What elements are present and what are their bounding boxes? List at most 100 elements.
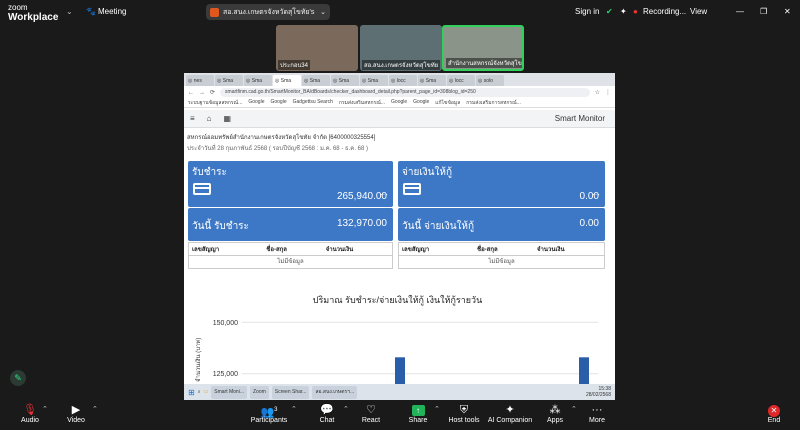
bookmark-item[interactable]: Gadgettsu Search	[293, 99, 333, 107]
recording-status[interactable]: Recording...	[643, 7, 686, 16]
forward-icon[interactable]: →	[199, 90, 205, 96]
zoom-top-bar: zoom Workplace ⌄ 🐾 Meeting สอ.สนง.เกษตรจ…	[0, 0, 800, 24]
zoom-logo: zoom Workplace	[8, 3, 58, 23]
reload-icon[interactable]: ⟳	[210, 89, 215, 96]
today-loan-card[interactable]: วันนี้ จ่ายเงินให้กู้ 0.00	[398, 208, 605, 241]
taskbar-app[interactable]: Zoom	[249, 385, 269, 399]
bookmark-item[interactable]: แก้ไขข้อมูล	[435, 99, 460, 107]
loan-card[interactable]: จ่ายเงินให้กู้ ··· 0.00	[398, 161, 605, 207]
sparkle-icon[interactable]: ✦	[620, 7, 627, 16]
share-label: Share	[408, 417, 428, 424]
taskbar-clock[interactable]: 15:38 28/02/2568	[586, 386, 611, 398]
participants-count: 3	[274, 407, 278, 413]
menu-icon[interactable]: ⋮	[605, 89, 611, 96]
meeting-label[interactable]: Meeting	[98, 7, 126, 16]
bookmark-item[interactable]: Google	[270, 99, 286, 107]
table-header: เลขสัญญา ชื่อ-สกุล จำนวนเงิน	[399, 243, 604, 256]
meeting-icon: 🐾	[86, 7, 96, 16]
y-axis-label: จำนวนเงิน (บาท)	[195, 338, 202, 382]
screen-share-pill[interactable]: สอ.สนง.เกษตรจังหวัดสุโขทัย's screen ⌄	[206, 4, 330, 20]
participant-name: สอ.สนง.เกษตรจังหวัดสุโขทัย	[362, 60, 440, 70]
calculator-icon[interactable]: ▦	[224, 114, 232, 123]
browser-tab[interactable]: ◎ locc	[389, 75, 417, 86]
taskbar-app[interactable]: สอ.สนง.เกษตรฯ...	[312, 385, 358, 399]
empty-row: ไม่มีข้อมูล	[488, 259, 515, 265]
zoom-toolbar: 🎙 Audio ⌃ ▶ Video ⌃ 👥3 Participants ⌃ 💬 …	[0, 400, 800, 430]
end-button[interactable]: ✕ End	[744, 403, 800, 424]
participant-video[interactable]: ประกอบ34	[276, 25, 358, 71]
home-icon[interactable]: ⌂	[207, 114, 212, 123]
browser-tab[interactable]: ◎ Sma	[215, 75, 243, 86]
browser-tab[interactable]: ◎ Sma	[244, 75, 272, 86]
chevron-down-icon[interactable]: ⌄	[66, 7, 73, 16]
bookmarks-bar: ระบบฐานข้อมูลสหกรณ์... Google Google Gadget…	[184, 99, 615, 108]
today-receive-card[interactable]: วันนี้ รับชำระ 132,970.00	[188, 208, 393, 241]
table-header: เลขสัญญา ชื่อ-สกุล จำนวนเงิน	[189, 243, 392, 256]
sign-in-link[interactable]: Sign in	[575, 7, 599, 16]
bookmark-item[interactable]: Google	[248, 99, 264, 107]
taskbar-app[interactable]: Screen Shar...	[271, 385, 310, 399]
participants-icon: 👥3	[260, 406, 278, 419]
chevron-up-icon[interactable]: ⌃	[92, 405, 98, 413]
address-bar-row: ← → ⟳ smartfinm.cad.go.th/SmartMonitor_B…	[184, 86, 615, 99]
card-amount: 132,970.00	[336, 218, 387, 229]
view-menu[interactable]: View	[690, 7, 707, 16]
bookmark-item[interactable]: กรมส่งเสริมสหกรณ์...	[339, 99, 385, 107]
apps-label: Apps	[547, 417, 563, 424]
logo-line2: Workplace	[8, 12, 59, 23]
share-source-label: สอ.สนง.เกษตรจังหวัดสุโขทัย's screen	[223, 8, 316, 16]
more-button[interactable]: ··· More	[567, 403, 627, 424]
clock-date: 28/02/2568	[585, 392, 611, 398]
browser-tab[interactable]: ◎ solo	[476, 75, 504, 86]
audio-label: Audio	[21, 417, 39, 424]
bookmark-item[interactable]: กรมส่งเสริมการสหกรณ์...	[466, 99, 521, 107]
search-icon[interactable]: ⌕	[198, 389, 201, 395]
chevron-up-icon[interactable]: ⌃	[291, 405, 297, 413]
browser-tab[interactable]: ◎ Sma	[331, 75, 359, 86]
receive-card[interactable]: รับชำระ ··· 265,940.00	[188, 161, 393, 207]
browser-tab[interactable]: ◎ Sma	[418, 75, 446, 86]
browser-tab[interactable]: ◎ Sma	[302, 75, 330, 86]
file-explorer-icon[interactable]: ▭	[204, 389, 209, 395]
card-label: วันนี้ จ่ายเงินให้กู้	[402, 221, 475, 232]
star-icon[interactable]: ☆	[595, 89, 600, 96]
participant-video-active[interactable]: สำนักงานสหกรณ์จังหวัดสุโขทัย	[442, 25, 524, 71]
restore-icon[interactable]: ❐	[760, 7, 767, 16]
loan-table: เลขสัญญา ชื่อ-สกุล จำนวนเงิน ไม่มีข้อมูล	[398, 242, 605, 269]
col-name: ชื่อ-สกุล	[477, 247, 498, 253]
coop-name: สหกรณ์ออมทรัพย์สำนักงานเกษตรจังหวัดสุโขท…	[187, 135, 376, 141]
more-icon: ···	[591, 404, 603, 416]
empty-row: ไม่มีข้อมูล	[277, 259, 304, 265]
host-tools-label: Host tools	[448, 417, 480, 424]
windows-start-icon[interactable]: ⊞	[188, 388, 195, 397]
participants-button[interactable]: 👥3 Participants ⌃	[239, 403, 299, 424]
participant-video[interactable]: สอ.สนง.เกษตรจังหวัดสุโขทัย	[360, 25, 442, 71]
col-contract: เลขสัญญา	[192, 247, 220, 253]
browser-tab[interactable]: ◎ nes	[186, 75, 214, 86]
taskbar-app[interactable]: Smart Moni...	[211, 385, 247, 399]
hamburger-icon[interactable]: ≡	[190, 114, 195, 123]
chevron-down-icon[interactable]: ⌄	[320, 8, 326, 16]
y-tick-label: 125,000	[213, 371, 238, 378]
shield-icon[interactable]: ✔	[606, 7, 613, 16]
minimize-icon[interactable]: —	[736, 7, 744, 16]
browser-tab-strip: ◎ nes ◎ Sma ◎ Sma ◎ Sma ◎ Sma ◎ Sma ◎ Sma ◎ loc…	[184, 73, 615, 86]
credit-card-icon	[193, 183, 211, 195]
back-icon[interactable]: ←	[188, 90, 194, 96]
col-contract: เลขสัญญา	[402, 247, 430, 253]
shared-screen: ◎ nes ◎ Sma ◎ Sma ◎ Sma ◎ Sma ◎ Sma ◎ Sma ◎ loc…	[184, 73, 615, 400]
url-field[interactable]: smartfinm.cad.go.th/SmartMonitor_BA/dBoa…	[220, 88, 590, 97]
close-icon[interactable]: ✕	[784, 7, 791, 16]
card-label: รับชำระ	[192, 167, 227, 178]
card-label: จ่ายเงินให้กู้	[402, 167, 452, 178]
bookmark-item[interactable]: ระบบฐานข้อมูลสหกรณ์...	[188, 99, 242, 107]
browser-tab[interactable]: ◎ locc	[447, 75, 475, 86]
bookmark-item[interactable]: Google	[391, 99, 407, 107]
react-label: React	[361, 417, 381, 424]
browser-tab[interactable]: ◎ Sma	[360, 75, 388, 86]
browser-tab[interactable]: ◎ Sma	[273, 75, 301, 86]
bookmark-item[interactable]: Google	[413, 99, 429, 107]
col-amount: จำนวนเงิน	[325, 247, 354, 253]
edit-pen-icon[interactable]: ✎	[10, 370, 26, 386]
video-button[interactable]: ▶ Video ⌃	[46, 403, 106, 424]
